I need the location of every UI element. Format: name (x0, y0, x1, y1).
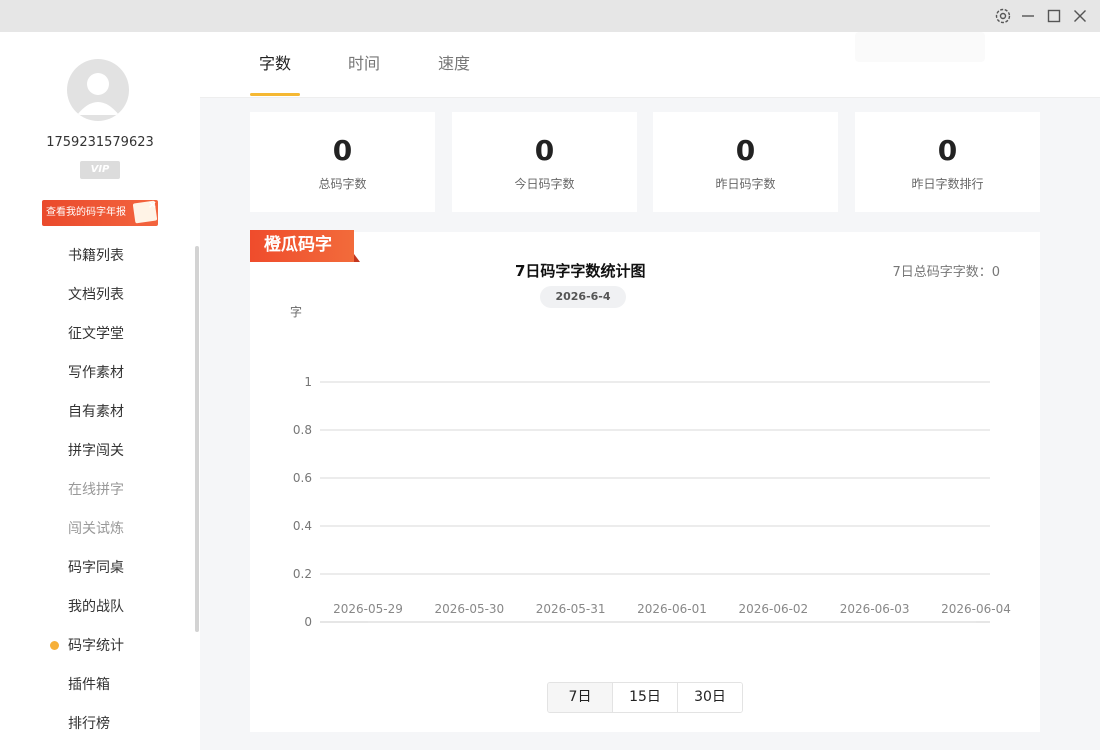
sidebar-item[interactable]: 书籍列表 (68, 246, 124, 266)
stat-card-rank: 0 昨日字数排行 (855, 112, 1040, 212)
annual-report-banner[interactable]: 查看我的码字年报 × (42, 200, 158, 226)
stat-value: 0 (735, 134, 756, 167)
sidebar-item[interactable]: 闯关试炼 (68, 519, 124, 539)
sidebar-item[interactable]: 码字同桌 (68, 558, 124, 578)
active-nav-dot (50, 641, 59, 650)
stat-card-yesterday: 0 昨日码字数 (653, 112, 838, 212)
x-tick-label: 2026-06-01 (637, 602, 707, 616)
sidebar-item[interactable]: 文档列表 (68, 285, 124, 305)
y-tick-label: 0.8 (293, 423, 312, 437)
user-id: 1759231579623 (46, 135, 154, 150)
settings-icon[interactable] (993, 6, 1013, 26)
close-icon[interactable] (1070, 6, 1090, 26)
stat-card-today: 0 今日码字数 (452, 112, 637, 212)
avatar[interactable] (67, 59, 129, 121)
sidebar-item[interactable]: 在线拼字 (68, 480, 124, 500)
y-tick-label: 0.4 (293, 519, 312, 533)
sidebar-scrollbar[interactable] (195, 246, 199, 632)
user-avatar-icon (77, 73, 119, 115)
active-tab-indicator (250, 93, 300, 96)
stat-label: 今日码字数 (514, 177, 575, 191)
header-blank-area (855, 32, 985, 62)
x-tick-label: 2026-05-31 (536, 602, 606, 616)
stat-label: 昨日字数排行 (911, 177, 984, 191)
stat-label: 总码字数 (318, 177, 367, 191)
sidebar-item[interactable]: 拼字闯关 (68, 441, 124, 461)
line-chart: 字 0 0.2 0.4 0.6 0.8 1 2026-05-29 2026-05-30 2026-… (290, 304, 1011, 629)
vip-badge: VIP (80, 161, 120, 179)
chart-panel: 橙瓜码字 7日码字字数统计图 7日总码字字数：0 2026-6-4 字 0 0.2 0… (250, 230, 1040, 732)
range-15-days-button[interactable]: 15日 (612, 683, 677, 712)
sidebar-item[interactable]: 码字统计 (68, 636, 124, 656)
top-tab-bar: 字数 时间 速度 (200, 32, 1100, 98)
sidebar: 1759231579623 VIP 查看我的码字年报 × 书籍列表文档列表征文学… (0, 32, 200, 750)
stat-label: 昨日码字数 (715, 177, 776, 191)
x-tick-label: 2026-06-04 (941, 602, 1011, 616)
sidebar-item[interactable]: 我的战队 (68, 597, 124, 617)
y-tick-label: 0.6 (293, 471, 312, 485)
y-axis-label: 字 (290, 304, 302, 319)
x-tick-label: 2026-05-29 (333, 602, 403, 616)
stat-value: 0 (534, 134, 555, 167)
x-tick-label: 2026-06-02 (738, 602, 808, 616)
tab-speed[interactable]: 速度 (438, 54, 470, 74)
annual-report-label: 查看我的码字年报 (46, 207, 126, 218)
title-bar (0, 0, 1100, 32)
stat-card-total: 0 总码字数 (250, 112, 435, 212)
sidebar-item[interactable]: 自有素材 (68, 402, 124, 422)
maximize-icon[interactable] (1044, 6, 1064, 26)
range-30-days-button[interactable]: 30日 (677, 683, 742, 712)
sidebar-item[interactable]: 排行榜 (68, 714, 110, 734)
sidebar-item[interactable]: 插件箱 (68, 675, 110, 695)
stat-value: 0 (937, 134, 958, 167)
range-7-days-button[interactable]: 7日 (548, 683, 612, 712)
sidebar-item[interactable]: 征文学堂 (68, 324, 124, 344)
tab-word-count[interactable]: 字数 (259, 54, 291, 74)
sidebar-item[interactable]: 写作素材 (68, 363, 124, 383)
y-tick-label: 0.2 (293, 567, 312, 581)
close-banner-icon[interactable]: × (148, 200, 157, 212)
y-tick-label: 0 (304, 615, 312, 629)
minimize-icon[interactable] (1018, 6, 1038, 26)
stat-value: 0 (332, 134, 353, 167)
tab-time[interactable]: 时间 (348, 54, 380, 74)
x-tick-label: 2026-06-03 (840, 602, 910, 616)
x-tick-label: 2026-05-30 (434, 602, 504, 616)
y-tick-label: 1 (304, 375, 312, 389)
range-selector: 7日 15日 30日 (547, 682, 743, 713)
